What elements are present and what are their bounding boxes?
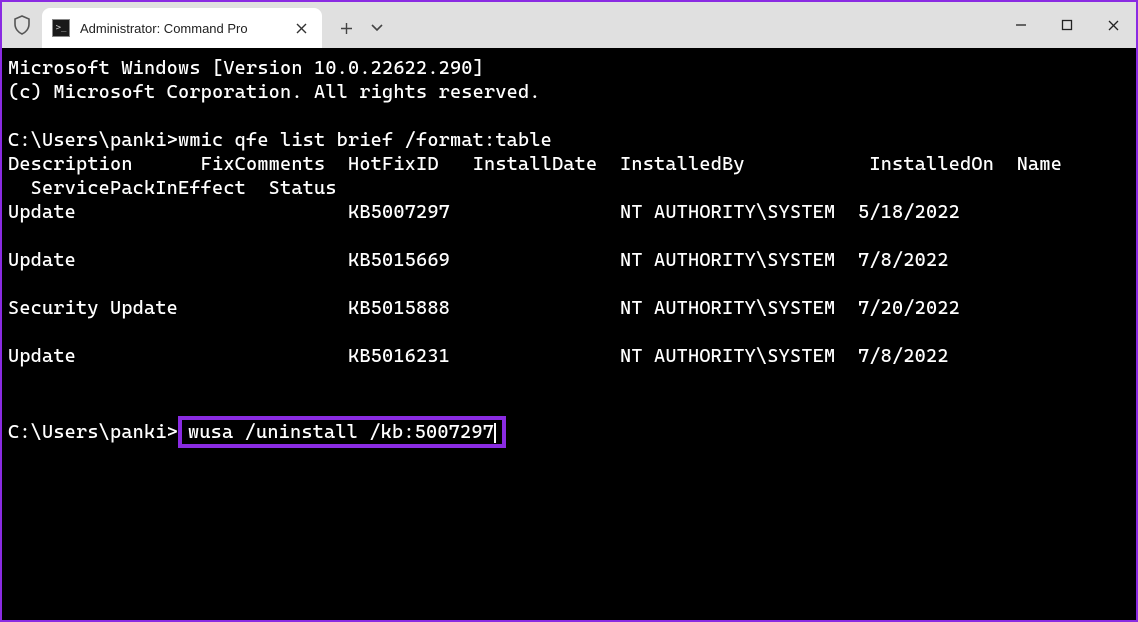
command-text: wmic qfe list brief /format:table — [178, 129, 552, 151]
row-by: NT AUTHORITY\SYSTEM — [620, 201, 835, 223]
terminal-output[interactable]: Microsoft Windows [Version 10.0.22622.29… — [2, 48, 1136, 620]
window-controls — [998, 2, 1136, 48]
col-servicepack: ServicePackInEffect — [31, 177, 246, 199]
col-installedon: InstalledOn — [869, 153, 994, 175]
row-id: KB5015888 — [348, 297, 450, 319]
row-by: NT AUTHORITY\SYSTEM — [620, 249, 835, 271]
terminal-icon: >_ — [52, 19, 70, 37]
col-description: Description — [8, 153, 133, 175]
col-name: Name — [1017, 153, 1062, 175]
row-by: NT AUTHORITY\SYSTEM — [620, 297, 835, 319]
active-tab[interactable]: >_ Administrator: Command Pro — [42, 8, 322, 48]
prompt: C:\Users\panki> — [8, 421, 178, 443]
close-tab-button[interactable] — [292, 19, 310, 37]
col-fixcomments: FixComments — [201, 153, 326, 175]
prompt: C:\Users\panki> — [8, 129, 178, 151]
tab-title: Administrator: Command Pro — [80, 21, 282, 36]
banner-line2: (c) Microsoft Corporation. All rights re… — [8, 81, 541, 103]
row-id: KB5007297 — [348, 201, 450, 223]
new-tab-button[interactable] — [340, 22, 353, 35]
row-on: 7/20/2022 — [858, 297, 960, 319]
close-window-button[interactable] — [1090, 2, 1136, 48]
row-by: NT AUTHORITY\SYSTEM — [620, 345, 835, 367]
tab-actions — [322, 8, 383, 48]
row-desc: Update — [8, 249, 76, 271]
col-status: Status — [269, 177, 337, 199]
text-cursor — [494, 423, 496, 443]
row-on: 7/8/2022 — [858, 345, 949, 367]
minimize-button[interactable] — [998, 2, 1044, 48]
command-text: wusa /uninstall /kb:5007297 — [188, 421, 494, 443]
maximize-button[interactable] — [1044, 2, 1090, 48]
col-installdate: InstallDate — [473, 153, 598, 175]
row-desc: Update — [8, 345, 76, 367]
tab-dropdown-button[interactable] — [371, 24, 383, 32]
row-desc: Update — [8, 201, 76, 223]
row-on: 5/18/2022 — [858, 201, 960, 223]
window-frame: >_ Administrator: Command Pro — [0, 0, 1138, 622]
titlebar: >_ Administrator: Command Pro — [2, 2, 1136, 48]
row-id: KB5016231 — [348, 345, 450, 367]
row-id: KB5015669 — [348, 249, 450, 271]
banner-line1: Microsoft Windows [Version 10.0.22622.29… — [8, 57, 484, 79]
row-desc: Security Update — [8, 297, 178, 319]
highlighted-command: wusa /uninstall /kb:5007297 — [178, 416, 506, 448]
row-on: 7/8/2022 — [858, 249, 949, 271]
shield-icon — [2, 2, 42, 48]
col-installedby: InstalledBy — [620, 153, 745, 175]
col-hotfixid: HotFixID — [348, 153, 439, 175]
